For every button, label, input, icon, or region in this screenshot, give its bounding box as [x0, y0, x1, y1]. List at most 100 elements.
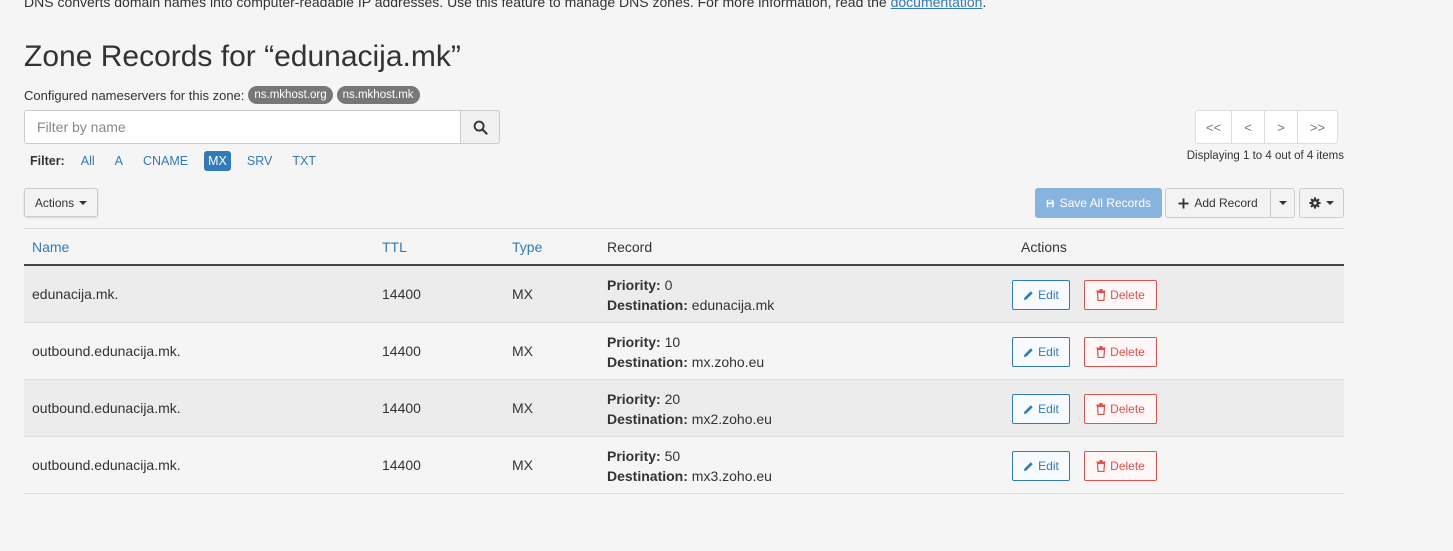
delete-record-button[interactable]: Delete	[1084, 451, 1157, 481]
first-page-button[interactable]: <<	[1195, 110, 1232, 144]
record-name: edunacija.mk.	[32, 286, 119, 302]
record-destination: edunacija.mk	[691, 297, 775, 313]
filter-bar: Filter: All A CNAME MX SRV TXT	[30, 151, 332, 171]
pencil-icon	[1024, 404, 1033, 414]
pagination-summary: Displaying 1 to 4 out of 4 items	[1186, 150, 1344, 162]
delete-label: Delete	[1110, 288, 1145, 302]
record-details: Priority: 10 Destination: mx.zoho.eu	[607, 332, 764, 372]
destination-label: Destination:	[607, 468, 688, 484]
record-type: MX	[512, 400, 533, 416]
next-page-button[interactable]: >	[1264, 110, 1298, 144]
record-name: outbound.edunacija.mk.	[32, 400, 181, 416]
record-ttl: 14400	[382, 343, 421, 359]
trash-icon	[1096, 460, 1106, 472]
intro-description: DNS converts domain names into computer-…	[24, 0, 891, 10]
nameservers-line: Configured nameservers for this zone: ns…	[24, 86, 420, 104]
column-header-record: Record	[607, 239, 653, 255]
caret-down-icon	[1278, 201, 1287, 205]
pencil-icon	[1024, 461, 1033, 471]
filter-cname[interactable]: CNAME	[139, 151, 192, 171]
record-type: MX	[512, 286, 533, 302]
priority-label: Priority:	[607, 334, 661, 350]
record-type: MX	[512, 343, 533, 359]
delete-label: Delete	[1110, 345, 1145, 359]
caret-down-icon	[1326, 201, 1334, 205]
add-record-label: Add Record	[1194, 196, 1258, 210]
delete-label: Delete	[1110, 402, 1145, 416]
delete-record-button[interactable]: Delete	[1084, 394, 1157, 424]
record-ttl: 14400	[382, 400, 421, 416]
search-input[interactable]	[24, 110, 460, 144]
filter-txt[interactable]: TXT	[288, 151, 320, 171]
priority-label: Priority:	[607, 277, 661, 293]
plus-icon	[1178, 197, 1189, 209]
add-record-button[interactable]: Add Record	[1165, 188, 1271, 218]
record-ttl: 14400	[382, 457, 421, 473]
destination-label: Destination:	[607, 297, 688, 313]
intro-suffix: .	[982, 0, 987, 10]
zone-records-table: Name TTL Type Record Actions edunacija.m…	[24, 228, 1344, 494]
edit-record-button[interactable]: Edit	[1012, 451, 1070, 481]
nameservers-label: Configured nameservers for this zone:	[24, 87, 245, 103]
edit-label: Edit	[1038, 288, 1059, 302]
edit-label: Edit	[1038, 459, 1059, 473]
trash-icon	[1096, 289, 1106, 301]
column-header-ttl[interactable]: TTL	[382, 239, 407, 255]
edit-record-button[interactable]: Edit	[1012, 394, 1070, 424]
prev-page-button[interactable]: <	[1231, 110, 1265, 144]
documentation-link[interactable]: documentation	[891, 0, 983, 10]
edit-record-button[interactable]: Edit	[1012, 280, 1070, 310]
gear-icon	[1309, 197, 1321, 209]
edit-label: Edit	[1038, 345, 1059, 359]
settings-dropdown-button[interactable]	[1299, 188, 1344, 218]
filter-a[interactable]: A	[111, 151, 127, 171]
save-all-label: Save All Records	[1059, 196, 1151, 210]
record-priority: 0	[664, 277, 673, 293]
record-priority: 50	[664, 448, 681, 464]
pencil-icon	[1024, 347, 1033, 357]
filter-label: Filter:	[30, 154, 65, 168]
edit-label: Edit	[1038, 402, 1059, 416]
column-header-name[interactable]: Name	[32, 239, 69, 255]
destination-label: Destination:	[607, 354, 688, 370]
filter-mx[interactable]: MX	[204, 151, 231, 171]
edit-record-button[interactable]: Edit	[1012, 337, 1070, 367]
pencil-icon	[1024, 290, 1033, 300]
destination-label: Destination:	[607, 411, 688, 427]
record-priority: 20	[664, 391, 681, 407]
table-row: outbound.edunacija.mk. 14400 MX Priority…	[24, 437, 1344, 494]
delete-record-button[interactable]: Delete	[1084, 337, 1157, 367]
column-header-type[interactable]: Type	[512, 239, 542, 255]
save-all-records-button[interactable]: Save All Records	[1035, 188, 1162, 218]
search-group	[24, 110, 500, 144]
filter-all[interactable]: All	[77, 151, 99, 171]
record-destination: mx.zoho.eu	[691, 354, 765, 370]
table-header: Name TTL Type Record Actions	[24, 228, 1344, 266]
table-row: outbound.edunacija.mk. 14400 MX Priority…	[24, 323, 1344, 380]
search-button[interactable]	[460, 110, 500, 144]
intro-text: DNS converts domain names into computer-…	[24, 0, 986, 10]
last-page-button[interactable]: >>	[1297, 110, 1338, 144]
record-type: MX	[512, 457, 533, 473]
record-destination: mx2.zoho.eu	[691, 411, 772, 427]
record-name: outbound.edunacija.mk.	[32, 343, 181, 359]
trash-icon	[1096, 346, 1106, 358]
priority-label: Priority:	[607, 448, 661, 464]
record-details: Priority: 50 Destination: mx3.zoho.eu	[607, 446, 772, 486]
actions-dropdown-button[interactable]: Actions	[24, 188, 98, 217]
actions-label: Actions	[34, 195, 75, 210]
page-title: Zone Records for “edunacija.mk”	[24, 40, 461, 73]
column-header-actions: Actions	[1021, 239, 1067, 255]
caret-down-icon	[79, 200, 88, 205]
nameserver-badge: ns.mkhost.org	[248, 86, 333, 104]
record-details: Priority: 0 Destination: edunacija.mk	[607, 275, 774, 315]
table-row: outbound.edunacija.mk. 14400 MX Priority…	[24, 380, 1344, 437]
delete-record-button[interactable]: Delete	[1084, 280, 1157, 310]
record-destination: mx3.zoho.eu	[691, 468, 772, 484]
filter-srv[interactable]: SRV	[243, 151, 276, 171]
record-priority: 10	[664, 334, 681, 350]
add-record-dropdown-toggle[interactable]	[1270, 188, 1295, 218]
search-icon	[473, 120, 488, 135]
record-details: Priority: 20 Destination: mx2.zoho.eu	[607, 389, 772, 429]
delete-label: Delete	[1110, 459, 1145, 473]
